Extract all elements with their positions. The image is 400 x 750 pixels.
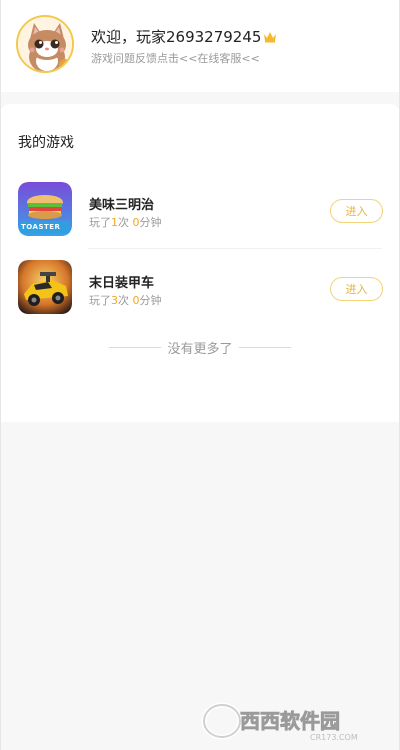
game-stats: 玩了3次 0分钟 — [89, 292, 162, 308]
my-games-title: 我的游戏 — [18, 135, 74, 151]
minutes-unit: 分钟 — [139, 216, 162, 229]
sandwich-game-icon[interactable]: TOASTER — [18, 182, 72, 236]
site-watermark: 西西软件园 CR173.COM — [200, 700, 382, 742]
played-prefix: 玩了 — [89, 294, 111, 307]
minutes-unit: 分钟 — [139, 294, 162, 307]
game-row-sandwich[interactable]: TOASTER 美味三明治 玩了1次 0分钟 进入 — [0, 178, 400, 248]
svg-text:CR173.COM: CR173.COM — [310, 733, 358, 742]
played-unit: 次 — [118, 294, 129, 307]
armored-car-game-icon[interactable] — [18, 260, 72, 314]
svg-text:西西软件园: 西西软件园 — [240, 709, 340, 733]
game-name: 美味三明治 — [89, 198, 155, 213]
no-more-text: 没有更多了 — [167, 342, 233, 357]
played-prefix: 玩了 — [89, 216, 111, 229]
feedback-link[interactable]: 游戏问题反馈点击<<在线客服<< — [91, 50, 260, 66]
my-games-card: 我的游戏 TOASTER 美味三明治 玩了1次 0分钟 进入 末日装甲车 玩了3… — [0, 104, 400, 422]
watermark-logo-icon: 西西软件园 CR173.COM — [201, 702, 358, 742]
crown-icon — [263, 31, 277, 43]
game-name: 末日装甲车 — [89, 276, 155, 291]
row-divider — [88, 248, 382, 249]
enter-button[interactable]: 进入 — [330, 199, 383, 223]
divider-line-left — [109, 347, 162, 348]
user-header: 欢迎，玩家2693279245 游戏问题反馈点击<<在线客服<< — [0, 0, 400, 92]
played-count: 1 — [111, 216, 118, 229]
no-more-indicator: 没有更多了 — [0, 338, 400, 357]
game-stats: 玩了1次 0分钟 — [89, 214, 162, 230]
divider-line-right — [238, 347, 291, 348]
user-avatar[interactable] — [16, 15, 74, 73]
welcome-text-row: 欢迎，玩家2693279245 — [91, 26, 277, 47]
game-row-armored-car[interactable]: 末日装甲车 玩了3次 0分钟 进入 — [0, 256, 400, 326]
welcome-text: 欢迎，玩家2693279245 — [91, 28, 262, 46]
played-unit: 次 — [118, 216, 129, 229]
played-minutes: 0 — [132, 216, 140, 229]
played-count: 3 — [111, 294, 118, 307]
sandwich-icon-logo-text: TOASTER — [21, 223, 61, 231]
played-minutes: 0 — [132, 294, 140, 307]
enter-button[interactable]: 进入 — [330, 277, 383, 301]
cat-avatar-icon — [18, 17, 72, 71]
